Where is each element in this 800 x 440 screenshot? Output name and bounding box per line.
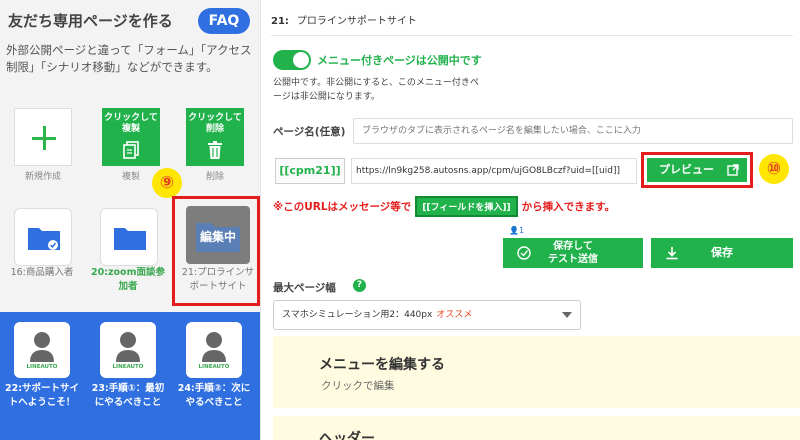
help-icon[interactable]: ? (353, 279, 366, 292)
publish-toggle[interactable] (273, 50, 311, 70)
user-avatar-icon (116, 332, 140, 362)
insert-field-button[interactable]: [[フィールドを挿入]] (415, 196, 518, 217)
annotation-badge-10: ⑩ (759, 154, 789, 184)
url-notice: ※このURLはメッセージ等で [[フィールドを挿入]] から挿入できます。 (273, 196, 615, 217)
auto-page-label-23: 23:手順①：最初にやるべきこと (91, 383, 165, 408)
delete-caption: クリックして削除 (188, 113, 242, 134)
menu-edit-title: メニューを編集する (319, 357, 445, 373)
menu-edit-subtitle: クリックで編集 (321, 380, 395, 392)
external-link-icon (727, 164, 739, 176)
auto-page-card-22[interactable]: LINEAUTO (14, 322, 70, 378)
user-count-value: 1 (518, 226, 525, 235)
auto-pages-bar: LINEAUTO 22:サポートサイトへようこそ！ LINEAUTO 23:手順… (0, 312, 260, 440)
duplicate-caption: クリックして複製 (104, 113, 158, 134)
new-page-label: 新規作成 (24, 172, 61, 182)
page-label-16: 16:商品購入者 (10, 267, 74, 278)
sidebar-title: 友だち専用ページを作る (8, 12, 173, 30)
header-panel[interactable]: ヘッダー (273, 416, 800, 440)
download-icon (666, 247, 678, 260)
page-name-input[interactable] (353, 118, 793, 144)
save-label: 保存 (711, 246, 733, 259)
header-panel-title: ヘッダー (319, 431, 375, 440)
chevron-down-icon (562, 312, 572, 318)
toggle-knob (293, 52, 309, 68)
page-card-21[interactable]: 編集中 (186, 206, 250, 264)
page-title-field[interactable]: 21: プロラインサポートサイト (271, 8, 793, 36)
editor-panel: 21: プロラインサポートサイト メニュー付きページは公開中です 公開中です。非公… (260, 0, 800, 440)
auto-brand-23: LINEAUTO (112, 364, 144, 370)
save-button[interactable]: 保存 (651, 238, 793, 268)
user-avatar-icon (30, 332, 54, 362)
delete-button[interactable]: クリックして削除 (186, 108, 244, 166)
page-label-21: 21:プロラインサポートサイト (181, 267, 255, 292)
editing-overlay: 編集中 (199, 230, 236, 244)
page-url-field[interactable]: https://ln9kg258.autosns.app/cpm/ujGO8LB… (351, 158, 637, 184)
preview-button[interactable]: プレビュー (647, 158, 747, 182)
cpm-tag: [[cpm21]] (275, 158, 345, 184)
duplicate-button[interactable]: クリックして複製 (102, 108, 160, 166)
publish-help-text: 公開中です。非公開にすると、このメニュー付きページは非公開になります。 (273, 78, 479, 102)
page-label-20: 20:zoom面談参加者 (90, 267, 165, 292)
max-width-label: 最大ページ幅 (273, 282, 336, 294)
trash-icon (208, 141, 222, 159)
page-root: 友だち専用ページを作る FAQ 外部公開ページと違って「フォーム」「アクセス制限… (0, 0, 800, 440)
user-count: 👤1 (509, 226, 525, 235)
user-avatar-icon (202, 332, 226, 362)
max-width-select[interactable]: スマホシミュレーション用2：440px オススメ (273, 300, 581, 330)
auto-page-card-24[interactable]: LINEAUTO (186, 322, 242, 378)
auto-page-card-23[interactable]: LINEAUTO (100, 322, 156, 378)
annotation-badge-9: ⑨ (152, 168, 182, 198)
sidebar: 友だち専用ページを作る FAQ 外部公開ページと違って「フォーム」「アクセス制限… (0, 0, 260, 440)
page-title-value: プロラインサポートサイト (296, 16, 417, 27)
copy-icon (123, 141, 139, 159)
preview-label: プレビュー (659, 163, 714, 176)
max-width-value: スマホシミュレーション用2：440px (282, 310, 433, 320)
auto-brand-24: LINEAUTO (198, 364, 230, 370)
folder-icon (114, 228, 146, 250)
page-id: 21: (271, 16, 289, 27)
notice-prefix: ※このURLはメッセージ等で (273, 201, 412, 213)
menu-edit-panel[interactable]: メニューを編集する クリックで編集 (273, 336, 800, 408)
sidebar-description: 外部公開ページと違って「フォーム」「アクセス制限」「シナリオ移動」などができます… (6, 43, 252, 74)
recommended-tag: オススメ (436, 310, 473, 320)
delete-label: 削除 (205, 172, 224, 182)
plus-icon-vertical (43, 126, 46, 150)
page-card-16[interactable] (14, 208, 72, 266)
highlight-box-10: プレビュー (641, 152, 753, 188)
publish-status: メニュー付きページは公開中です (317, 54, 482, 67)
send-check-icon (517, 246, 531, 260)
folder-icon (28, 228, 60, 250)
new-page-button[interactable] (14, 108, 72, 166)
notice-suffix: から挿入できます。 (521, 201, 616, 213)
save-and-test-button[interactable]: 保存して テスト送信 (503, 238, 643, 268)
auto-page-label-24: 24:手順②：次にやるべきこと (177, 383, 251, 408)
auto-page-label-22: 22:サポートサイトへようこそ！ (4, 383, 80, 408)
page-card-20[interactable] (100, 208, 158, 266)
faq-button[interactable]: FAQ (198, 8, 250, 34)
page-name-label: ページ名(任意) (273, 126, 346, 138)
auto-brand-22: LINEAUTO (26, 364, 58, 370)
